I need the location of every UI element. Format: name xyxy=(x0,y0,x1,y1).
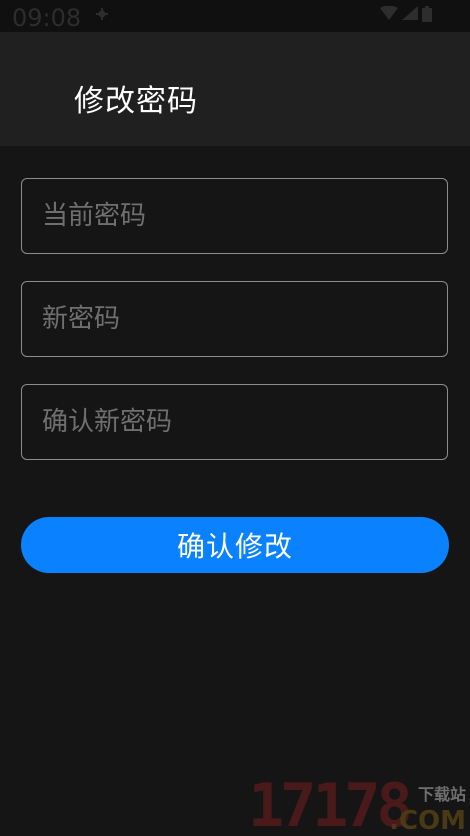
signal-icon xyxy=(402,6,418,20)
status-time: 09:08 xyxy=(12,4,82,32)
change-password-screen: 09:08 修改密码 确认修改 17178 下载站 .COM xyxy=(0,0,470,836)
new-password-field[interactable] xyxy=(21,281,448,357)
status-bar: 09:08 xyxy=(0,0,470,32)
battery-icon xyxy=(422,6,432,22)
status-icons xyxy=(380,6,432,22)
watermark-logo: 17178 下载站 .COM xyxy=(248,776,470,836)
page-title: 修改密码 xyxy=(74,84,198,119)
current-password-field[interactable] xyxy=(21,178,448,254)
app-bar: 修改密码 xyxy=(0,32,470,146)
watermark-domain: .COM xyxy=(389,806,466,836)
gear-icon xyxy=(96,8,108,20)
watermark-number: 17178 xyxy=(248,771,413,836)
confirm-change-button[interactable]: 确认修改 xyxy=(21,517,449,573)
confirm-password-field[interactable] xyxy=(21,384,448,460)
watermark-subtitle: 下载站 xyxy=(417,785,466,804)
wifi-icon xyxy=(380,6,398,20)
